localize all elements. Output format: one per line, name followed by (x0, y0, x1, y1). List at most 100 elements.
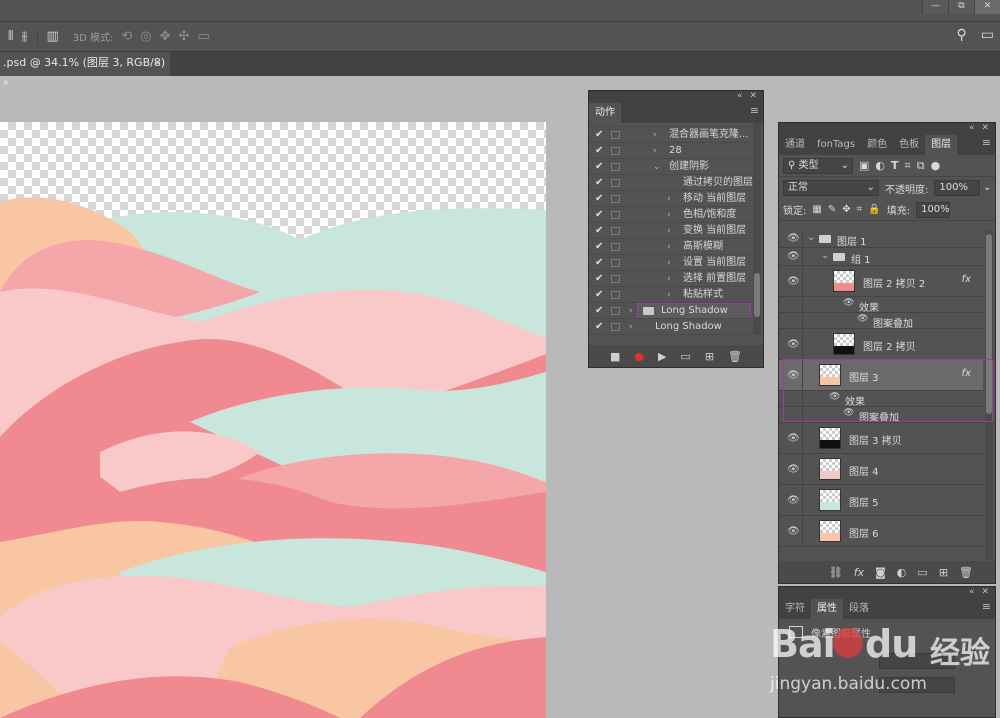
distribute-icon[interactable]: ⫴ (8, 29, 13, 44)
dialog-toggle[interactable] (611, 163, 620, 171)
layer-row[interactable]: 👁 图层 4 (779, 454, 983, 485)
search-icon[interactable]: ⚲ (957, 27, 967, 43)
collapse-close-icon[interactable]: « ✕ (969, 587, 991, 598)
link-layers-icon[interactable]: ⛓ (829, 566, 843, 579)
action-toggle-check[interactable]: ✔ (595, 143, 605, 159)
workspace-icon[interactable]: ▭ (981, 27, 994, 43)
fill-field[interactable]: 100% (916, 201, 951, 218)
chevron-right-icon[interactable]: › (653, 127, 657, 143)
delete-action-button[interactable]: 🗑 (728, 350, 742, 363)
stop-button[interactable]: ■ (610, 350, 620, 363)
3d-slide-icon[interactable]: ✣ (179, 29, 190, 44)
tab-paragraph[interactable]: 段落 (843, 599, 875, 619)
type-filter-icon[interactable]: T (891, 159, 899, 172)
layer-effect-row[interactable]: 👁 效果 (779, 297, 983, 314)
panel-menu-icon[interactable]: ≡ (750, 104, 759, 117)
dialog-toggle[interactable] (611, 179, 620, 187)
action-toggle-check[interactable]: ✔ (595, 191, 605, 207)
layer-effect-row[interactable]: 👁 图案叠加 (779, 313, 983, 330)
chevron-right-icon[interactable]: › (653, 143, 657, 159)
chevron-right-icon[interactable]: › (667, 239, 671, 255)
lock-paint-icon[interactable]: ✎ (828, 204, 836, 215)
3d-pan-icon[interactable]: ✥ (160, 29, 171, 44)
new-set-button[interactable]: ▭ (680, 350, 690, 363)
tab-properties[interactable]: 属性 (811, 599, 843, 619)
layer-group-row[interactable]: 👁 ⌄ 组 1 (779, 248, 983, 266)
action-toggle-check[interactable]: ✔ (595, 223, 605, 239)
action-row[interactable]: ✔ 通过拷贝的图层 (589, 175, 753, 191)
panel-grip[interactable]: « ✕ (779, 123, 995, 135)
dialog-toggle[interactable] (611, 243, 620, 251)
record-button[interactable]: ● (634, 350, 644, 363)
add-mask-icon[interactable]: ◙ (875, 566, 886, 579)
action-toggle-check[interactable]: ✔ (595, 255, 605, 271)
visibility-eye-icon[interactable]: 👁 (787, 464, 800, 475)
visibility-eye-icon[interactable]: 👁 (787, 339, 800, 350)
action-toggle-check[interactable]: ✔ (595, 319, 605, 335)
visibility-eye-icon[interactable]: 👁 (787, 276, 800, 287)
action-toggle-check[interactable]: ✔ (595, 239, 605, 255)
panel-grip[interactable]: « ✕ (589, 91, 763, 103)
dialog-toggle[interactable] (611, 291, 620, 299)
tab-layers[interactable]: 图层 (925, 135, 958, 155)
add-style-icon[interactable]: fx (854, 566, 864, 579)
chevron-right-icon[interactable]: › (667, 223, 671, 239)
action-row[interactable]: ✔ › Long Shadow (589, 303, 751, 319)
action-toggle-check[interactable]: ✔ (595, 175, 605, 191)
collapse-close-icon[interactable]: « ✕ (969, 123, 991, 134)
new-group-icon[interactable]: ▭ (917, 566, 927, 579)
action-toggle-check[interactable]: ✔ (595, 127, 605, 143)
adjustment-layer-icon[interactable]: ◐ (897, 566, 907, 579)
dialog-toggle[interactable] (611, 131, 620, 139)
chevron-right-icon[interactable]: › (667, 271, 671, 287)
action-row[interactable]: ✔ › 变换 当前图层 (589, 223, 751, 239)
tab-actions[interactable]: 动作 (589, 103, 621, 123)
document-tab[interactable]: .psd @ 34.1% (图层 3, RGB/8) * × (0, 52, 170, 91)
panel-grip[interactable]: « ✕ (779, 587, 995, 599)
layer-row[interactable]: 👁 fx 图层 2 拷贝 2 (779, 266, 983, 297)
tab-color[interactable]: 颜色 (861, 135, 893, 155)
visibility-eye-icon[interactable]: 👁 (787, 233, 800, 244)
dialog-toggle[interactable] (611, 147, 620, 155)
action-toggle-check[interactable]: ✔ (595, 159, 605, 175)
layer-effects-icon[interactable]: fx (962, 274, 971, 285)
filter-toggle-icon[interactable]: ● (931, 159, 941, 172)
dialog-toggle[interactable] (611, 259, 620, 267)
action-row[interactable]: ✔ › 移动 当前图层 (589, 191, 751, 207)
dialog-toggle[interactable] (611, 227, 620, 235)
chevron-right-icon[interactable]: › (629, 303, 633, 319)
3d-roll-icon[interactable]: ◎ (140, 29, 151, 44)
close-tab-icon[interactable]: × (153, 52, 162, 74)
new-layer-icon[interactable]: ⊞ (939, 566, 948, 579)
chevron-down-icon[interactable]: ⌄ (821, 250, 829, 261)
visibility-eye-icon[interactable]: 👁 (787, 495, 800, 506)
chevron-right-icon[interactable]: › (629, 319, 633, 335)
layer-group-row[interactable]: 👁 ⌄ 图层 1 (779, 230, 983, 248)
chevron-right-icon[interactable]: › (667, 191, 671, 207)
smart-object-filter-icon[interactable]: ⧉ (917, 159, 925, 173)
action-row[interactable]: ✔ › 粘贴样式 (589, 287, 751, 303)
panel-menu-icon[interactable]: ≡ (982, 600, 991, 613)
scrollbar-thumb[interactable] (754, 273, 760, 317)
dialog-toggle[interactable] (611, 275, 620, 283)
dialog-toggle[interactable] (611, 211, 620, 219)
action-toggle-check[interactable]: ✔ (595, 271, 605, 287)
dialog-toggle[interactable] (611, 195, 620, 203)
chevron-right-icon[interactable]: › (667, 287, 671, 303)
action-toggle-check[interactable]: ✔ (595, 287, 605, 303)
blend-mode-select[interactable]: 正常 ⌄ (783, 180, 879, 196)
actions-scrollbar[interactable] (753, 123, 761, 335)
lock-artboard-icon[interactable]: ⌗ (857, 204, 863, 215)
dialog-toggle[interactable] (611, 307, 620, 315)
chevron-down-icon[interactable]: ⌄ (807, 232, 815, 243)
chevron-right-icon[interactable]: › (667, 255, 671, 271)
layer-row[interactable]: 👁 图层 5 (779, 485, 983, 516)
document-canvas[interactable] (0, 122, 546, 718)
layer-row[interactable]: 👁 图层 3 拷贝 (779, 423, 983, 454)
action-row[interactable]: ✔ › Long Shadow (589, 319, 751, 335)
action-toggle-check[interactable]: ✔ (595, 207, 605, 223)
action-row[interactable]: ✔ › 28 (589, 143, 751, 159)
tab-swatches[interactable]: 色板 (893, 135, 925, 155)
filter-kind-select[interactable]: ⚲ 类型 ⌄ (783, 157, 853, 174)
collapse-close-icon[interactable]: « ✕ (737, 91, 759, 102)
